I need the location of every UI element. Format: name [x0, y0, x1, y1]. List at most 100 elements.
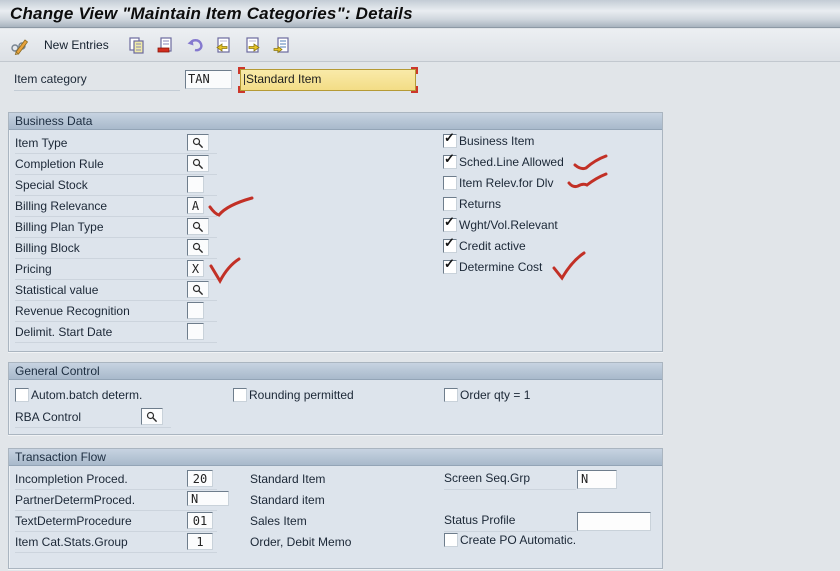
- row-text-determ-procedure: TextDetermProcedure 01: [15, 511, 217, 532]
- item-category-description-text: Standard Item: [246, 72, 321, 86]
- next-entry-icon[interactable]: [241, 33, 265, 57]
- check-icon: ✓: [444, 152, 455, 166]
- transaction-flow-section-title: Transaction Flow: [9, 449, 662, 466]
- search-icon: [192, 221, 204, 233]
- completion-rule-field[interactable]: [187, 155, 209, 172]
- business-item-checkbox[interactable]: ✓: [443, 134, 457, 148]
- search-icon: [192, 158, 204, 170]
- previous-entry-icon[interactable]: [212, 33, 236, 57]
- billing-block-label: Billing Block: [15, 241, 80, 255]
- selection-corner-icon: [238, 86, 245, 93]
- row-billing-block: Billing Block: [15, 238, 217, 259]
- check-icon: ✓: [444, 236, 455, 250]
- selection-corner-icon: [411, 67, 418, 74]
- sched-line-allowed-label: Sched.Line Allowed: [459, 155, 564, 169]
- status-profile-field[interactable]: [577, 512, 651, 531]
- new-entries-button[interactable]: New Entries: [38, 36, 115, 54]
- create-po-automatic-checkbox[interactable]: ✓: [444, 533, 458, 547]
- determine-cost-label: Determine Cost: [459, 260, 542, 274]
- rounding-permitted-checkbox[interactable]: ✓: [233, 388, 247, 402]
- item-category-label: Item category: [14, 72, 180, 91]
- credit-active-checkbox[interactable]: ✓: [443, 239, 457, 253]
- special-stock-field[interactable]: [187, 176, 204, 193]
- display-change-toggle-icon[interactable]: [8, 33, 32, 57]
- item-category-code-field[interactable]: TAN: [185, 70, 232, 89]
- search-icon: [146, 411, 158, 423]
- row-item-type: Item Type: [15, 133, 217, 154]
- row-revenue-recognition: Revenue Recognition: [15, 301, 217, 322]
- wght-vol-relevant-checkbox[interactable]: ✓: [443, 218, 457, 232]
- completion-rule-label: Completion Rule: [15, 157, 104, 171]
- row-delimit-start-date: Delimit. Start Date: [15, 322, 217, 343]
- checkbox-row-credit-active: ✓ Credit active: [443, 239, 526, 253]
- item-cat-stats-group-field[interactable]: 1: [187, 533, 213, 550]
- rba-control-label: RBA Control: [15, 410, 81, 424]
- check-icon: ✓: [444, 131, 455, 145]
- determine-cost-checkbox[interactable]: ✓: [443, 260, 457, 274]
- delete-icon[interactable]: [154, 33, 178, 57]
- statistical-value-field[interactable]: [187, 281, 209, 298]
- item-relev-for-dlv-label: Item Relev.for Dlv: [459, 176, 553, 190]
- billing-block-field[interactable]: [187, 239, 209, 256]
- checkbox-row-rounding-permitted: ✓ Rounding permitted: [233, 388, 354, 402]
- business-item-label: Business Item: [459, 134, 534, 148]
- billing-plan-type-field[interactable]: [187, 218, 209, 235]
- general-control-groupbox: General Control ✓ Autom.batch determ. ✓ …: [8, 362, 663, 435]
- autom-batch-determ-label: Autom.batch determ.: [31, 388, 142, 402]
- item-cat-stats-group-label: Item Cat.Stats.Group: [15, 535, 128, 549]
- partner-determ-proced-desc: Standard item: [250, 493, 325, 507]
- sched-line-allowed-checkbox[interactable]: ✓: [443, 155, 457, 169]
- general-control-section-title: General Control: [9, 363, 662, 380]
- screen-seq-grp-label: Screen Seq.Grp: [444, 471, 576, 490]
- page-title: Change View "Maintain Item Categories": …: [0, 0, 840, 28]
- sap-change-view-window: Change View "Maintain Item Categories": …: [0, 0, 840, 571]
- row-incompletion-proced: Incompletion Proced. 20: [15, 469, 217, 490]
- billing-relevance-label: Billing Relevance: [15, 199, 107, 213]
- delimit-start-date-field[interactable]: [187, 323, 204, 340]
- business-data-section-title: Business Data: [9, 113, 662, 130]
- text-determ-procedure-field[interactable]: 01: [187, 512, 213, 529]
- revenue-recognition-field[interactable]: [187, 302, 204, 319]
- other-entry-icon[interactable]: [270, 33, 294, 57]
- order-qty-1-checkbox[interactable]: ✓: [444, 388, 458, 402]
- row-partner-determ-proced: PartnerDetermProced. N: [15, 490, 217, 511]
- toolbar-icon-group: [125, 33, 294, 57]
- row-pricing: Pricing X: [15, 259, 217, 280]
- checkbox-row-returns: ✓ Returns: [443, 197, 501, 211]
- revenue-recognition-label: Revenue Recognition: [15, 304, 130, 318]
- checkbox-row-create-po-automatic: ✓ Create PO Automatic.: [444, 533, 576, 547]
- item-relev-for-dlv-checkbox[interactable]: ✓: [443, 176, 457, 190]
- checkbox-row-item-relev-for-dlv: ✓ Item Relev.for Dlv: [443, 176, 553, 190]
- incompletion-proced-field[interactable]: 20: [187, 470, 213, 487]
- billing-relevance-field[interactable]: A: [187, 197, 204, 214]
- business-data-groupbox: Business Data Item Type Completion Rule …: [8, 112, 663, 352]
- row-special-stock: Special Stock: [15, 175, 217, 196]
- copy-as-icon[interactable]: [125, 33, 149, 57]
- row-billing-plan-type: Billing Plan Type: [15, 217, 217, 238]
- text-determ-procedure-label: TextDetermProcedure: [15, 514, 132, 528]
- pricing-field[interactable]: X: [187, 260, 204, 277]
- incompletion-proced-desc: Standard Item: [250, 472, 325, 486]
- search-icon: [192, 242, 204, 254]
- selection-corner-icon: [238, 67, 245, 74]
- item-type-field[interactable]: [187, 134, 209, 151]
- checkbox-row-autom-batch-determ: ✓ Autom.batch determ.: [15, 388, 142, 402]
- autom-batch-determ-checkbox[interactable]: ✓: [15, 388, 29, 402]
- text-cursor: [244, 74, 245, 85]
- selection-corner-icon: [411, 86, 418, 93]
- wght-vol-relevant-label: Wght/Vol.Relevant: [459, 218, 558, 232]
- row-rba-control: RBA Control: [15, 407, 171, 428]
- item-category-description-field[interactable]: Standard Item: [240, 69, 416, 91]
- partner-determ-proced-label: PartnerDetermProced.: [15, 493, 135, 507]
- delimit-start-date-label: Delimit. Start Date: [15, 325, 112, 339]
- screen-seq-grp-field[interactable]: N: [577, 470, 617, 489]
- returns-checkbox[interactable]: ✓: [443, 197, 457, 211]
- undo-icon[interactable]: [183, 33, 207, 57]
- partner-determ-proced-field[interactable]: N: [187, 491, 229, 506]
- rba-control-field[interactable]: [141, 408, 163, 425]
- row-statistical-value: Statistical value: [15, 280, 217, 301]
- search-icon: [192, 137, 204, 149]
- search-icon: [192, 284, 204, 296]
- statistical-value-label: Statistical value: [15, 283, 98, 297]
- checkbox-row-sched-line-allowed: ✓ Sched.Line Allowed: [443, 155, 564, 169]
